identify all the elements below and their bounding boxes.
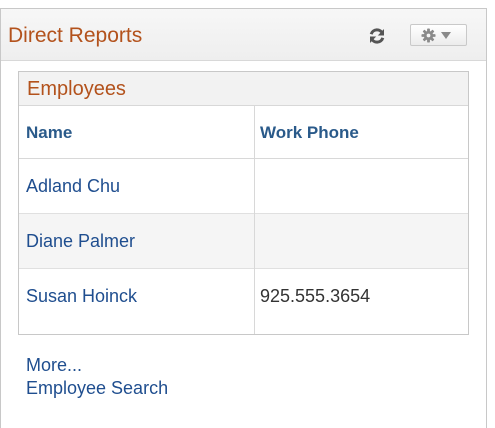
pagelet-header: Direct Reports (1, 9, 486, 61)
more-link[interactable]: More... (26, 355, 82, 376)
table-row: Adland Chu (19, 159, 468, 214)
grid-caption: Employees (19, 72, 468, 106)
column-header-work-phone: Work Phone (260, 123, 359, 142)
settings-menu-button[interactable] (410, 24, 467, 46)
employee-work-phone: 925.555.3654 (260, 286, 371, 306)
employee-name-link[interactable]: Susan Hoinck (26, 286, 137, 307)
column-divider (254, 106, 255, 334)
direct-reports-pagelet: Direct Reports Employees Name Work Phone… (0, 8, 487, 428)
chevron-down-icon (441, 32, 451, 39)
refresh-icon[interactable] (367, 26, 387, 46)
gear-icon (421, 28, 436, 43)
employee-search-link[interactable]: Employee Search (26, 378, 168, 399)
pagelet-title: Direct Reports (8, 24, 143, 47)
grid-header-row: Name Work Phone (19, 106, 468, 159)
employee-name-link[interactable]: Diane Palmer (26, 231, 135, 252)
grid-caption-label: Employees (27, 78, 126, 100)
column-header-name: Name (26, 123, 73, 142)
table-row: Susan Hoinck 925.555.3654 (19, 269, 468, 324)
employee-name-link[interactable]: Adland Chu (26, 176, 120, 197)
table-row: Diane Palmer (19, 214, 468, 269)
employees-grid: Employees Name Work Phone Adland Chu Dia… (18, 71, 469, 335)
